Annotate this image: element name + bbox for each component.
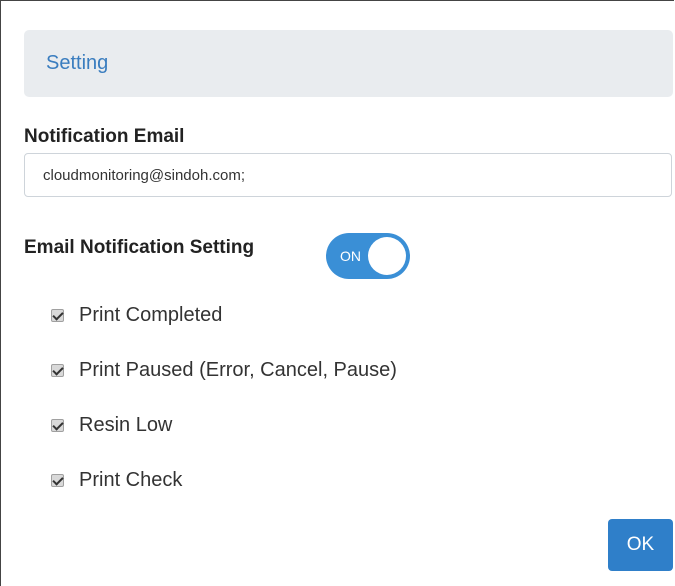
print-paused-checkbox[interactable] (51, 363, 64, 377)
ok-button[interactable]: OK (608, 519, 673, 571)
email-notification-setting-label: Email Notification Setting (24, 237, 255, 258)
option-print-completed: Print Completed (51, 302, 222, 328)
option-label: Resin Low (79, 413, 173, 436)
toggle-knob (368, 237, 406, 275)
resin-low-checkbox[interactable] (51, 418, 64, 432)
print-completed-checkbox[interactable] (51, 308, 64, 322)
option-print-check: Print Check (51, 467, 182, 493)
option-resin-low: Resin Low (51, 412, 172, 438)
toggle-state-text: ON (340, 248, 361, 264)
dialog-header: Setting (24, 30, 673, 97)
option-label: Print Paused (Error, Cancel, Pause) (79, 358, 397, 381)
print-check-checkbox[interactable] (51, 473, 64, 487)
email-notification-toggle[interactable]: ON (326, 233, 410, 279)
option-label: Print Check (79, 468, 183, 491)
option-print-paused: Print Paused (Error, Cancel, Pause) (51, 357, 397, 383)
option-label: Print Completed (79, 303, 223, 326)
dialog-title: Setting (46, 52, 109, 74)
notification-email-input[interactable] (24, 153, 672, 197)
settings-dialog: Setting Notification Email Email Notific… (0, 0, 674, 586)
notification-email-label: Notification Email (24, 126, 185, 147)
